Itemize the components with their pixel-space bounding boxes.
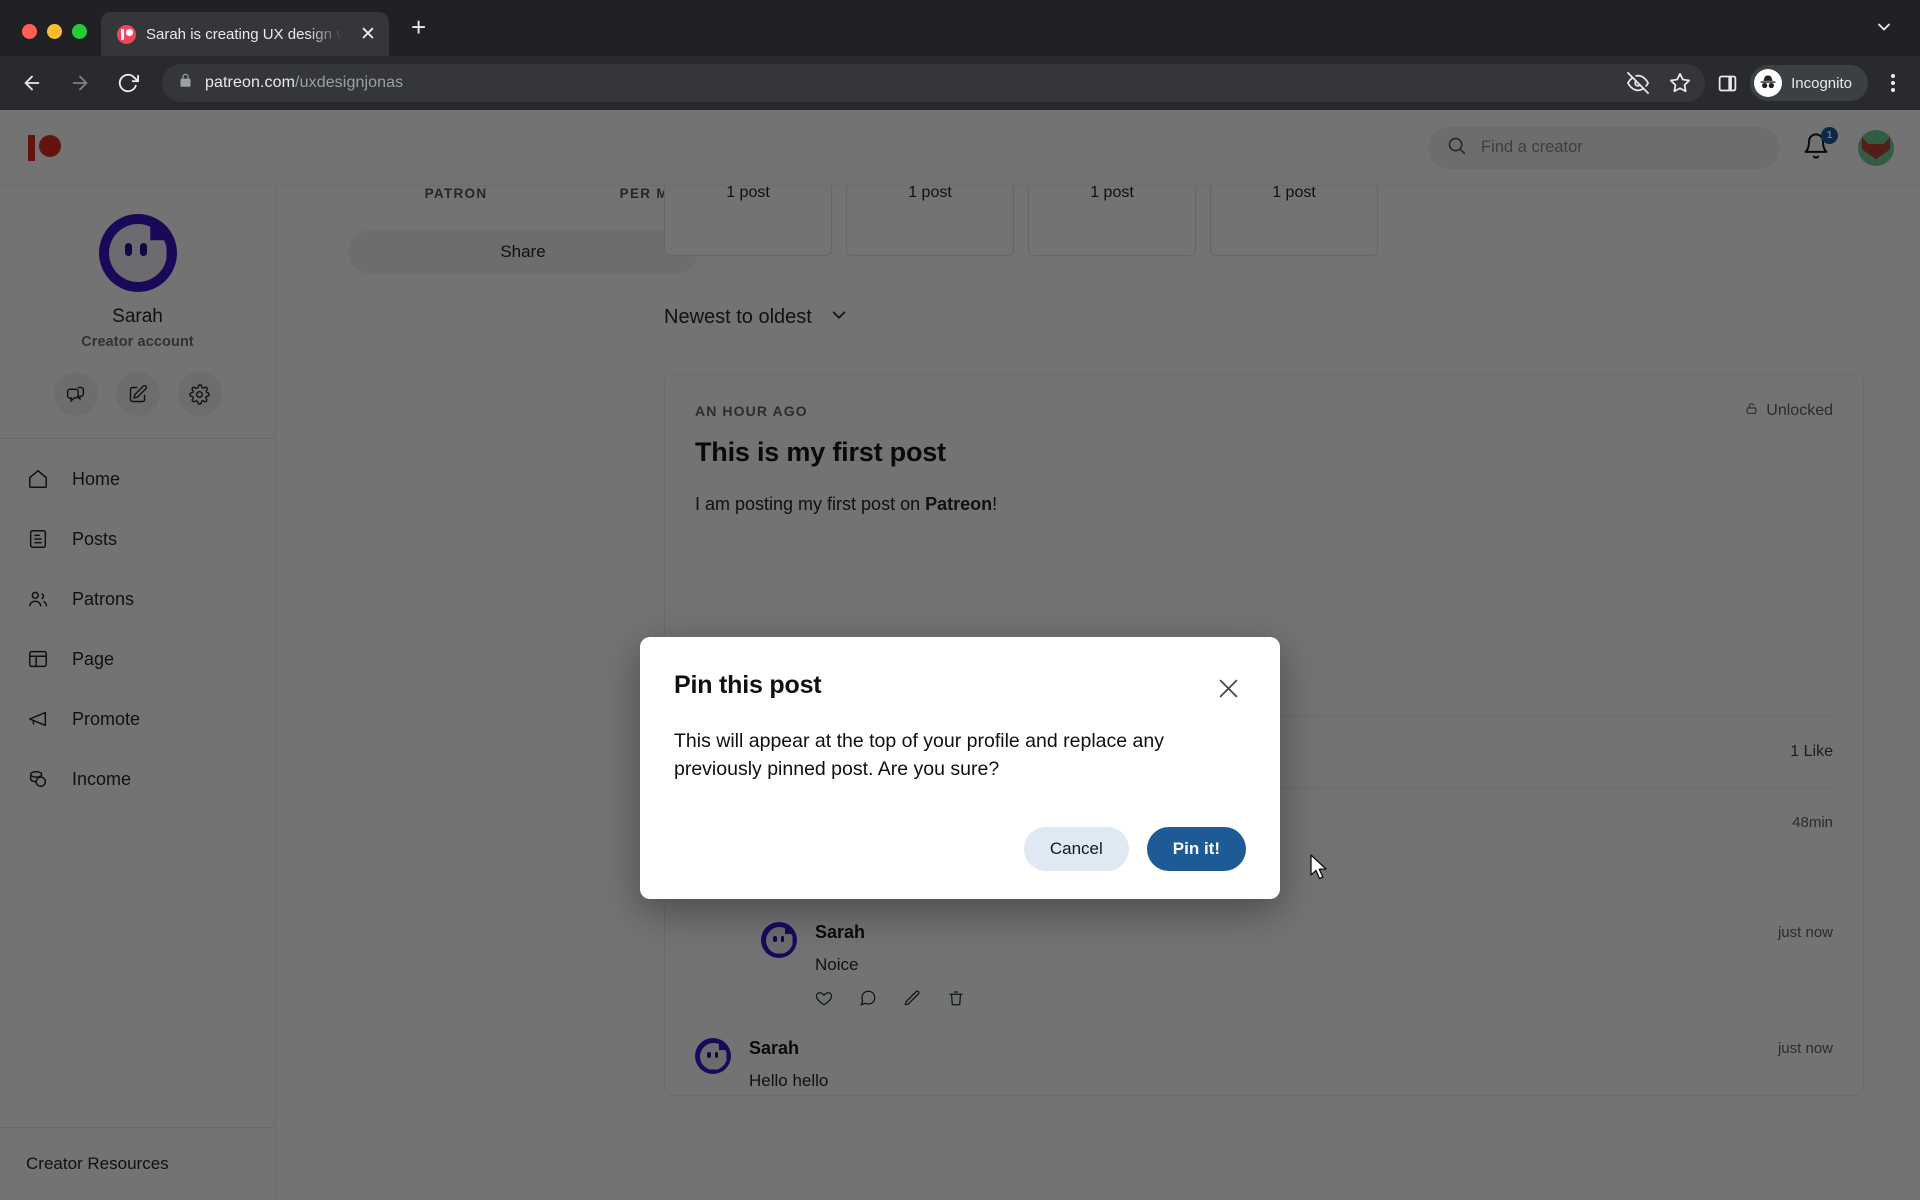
address-bar[interactable]: patreon.com/uxdesignjonas: [162, 64, 1706, 102]
tab-title: Sarah is creating UX design vid: [146, 25, 347, 43]
url-domain: patreon.com: [205, 74, 296, 91]
forward-button[interactable]: [58, 61, 102, 105]
kebab-menu-icon[interactable]: [1878, 74, 1908, 92]
window-controls[interactable]: [14, 24, 101, 56]
close-tab-button[interactable]: ✕: [357, 25, 379, 44]
bookmark-star-icon[interactable]: [1669, 72, 1691, 94]
profile-label: Incognito: [1791, 74, 1852, 92]
incognito-icon: [1754, 69, 1783, 97]
cancel-button[interactable]: Cancel: [1023, 827, 1129, 872]
pin-post-dialog: Pin this post This will appear at the to…: [640, 637, 1280, 900]
minimize-window-button[interactable]: [47, 24, 62, 39]
chevron-down-icon[interactable]: [1874, 17, 1894, 42]
side-panel-icon[interactable]: [1717, 73, 1738, 94]
dialog-body-text: This will appear at the top of your prof…: [674, 730, 1164, 780]
close-window-button[interactable]: [22, 24, 37, 39]
hide-icon[interactable]: [1627, 72, 1650, 94]
maximize-window-button[interactable]: [72, 24, 87, 39]
dialog-actions: Cancel Pin it!: [674, 827, 1246, 872]
tab-strip: Sarah is creating UX design vid ✕ +: [0, 0, 1920, 56]
browser-toolbar: patreon.com/uxdesignjonas Incognito: [0, 56, 1920, 110]
profile-incognito-button[interactable]: Incognito: [1750, 65, 1868, 101]
new-tab-button[interactable]: +: [389, 14, 426, 56]
patreon-favicon-icon: [117, 24, 136, 44]
dialog-header: Pin this post: [674, 671, 1246, 706]
web-page: Find a creator 1 Sarah Creator account: [0, 110, 1920, 1200]
mouse-cursor: [1309, 854, 1329, 887]
back-button[interactable]: [10, 61, 54, 105]
reload-button[interactable]: [106, 61, 150, 105]
browser-window: Sarah is creating UX design vid ✕ + patr…: [0, 0, 1920, 1200]
close-icon[interactable]: [1211, 671, 1246, 706]
dialog-title: Pin this post: [674, 671, 822, 699]
url-path: /uxdesignjonas: [295, 74, 404, 91]
lock-icon: [178, 73, 193, 93]
browser-tab[interactable]: Sarah is creating UX design vid ✕: [101, 12, 389, 56]
pin-it-button[interactable]: Pin it!: [1146, 827, 1246, 872]
url-text: patreon.com/uxdesignjonas: [205, 74, 403, 92]
